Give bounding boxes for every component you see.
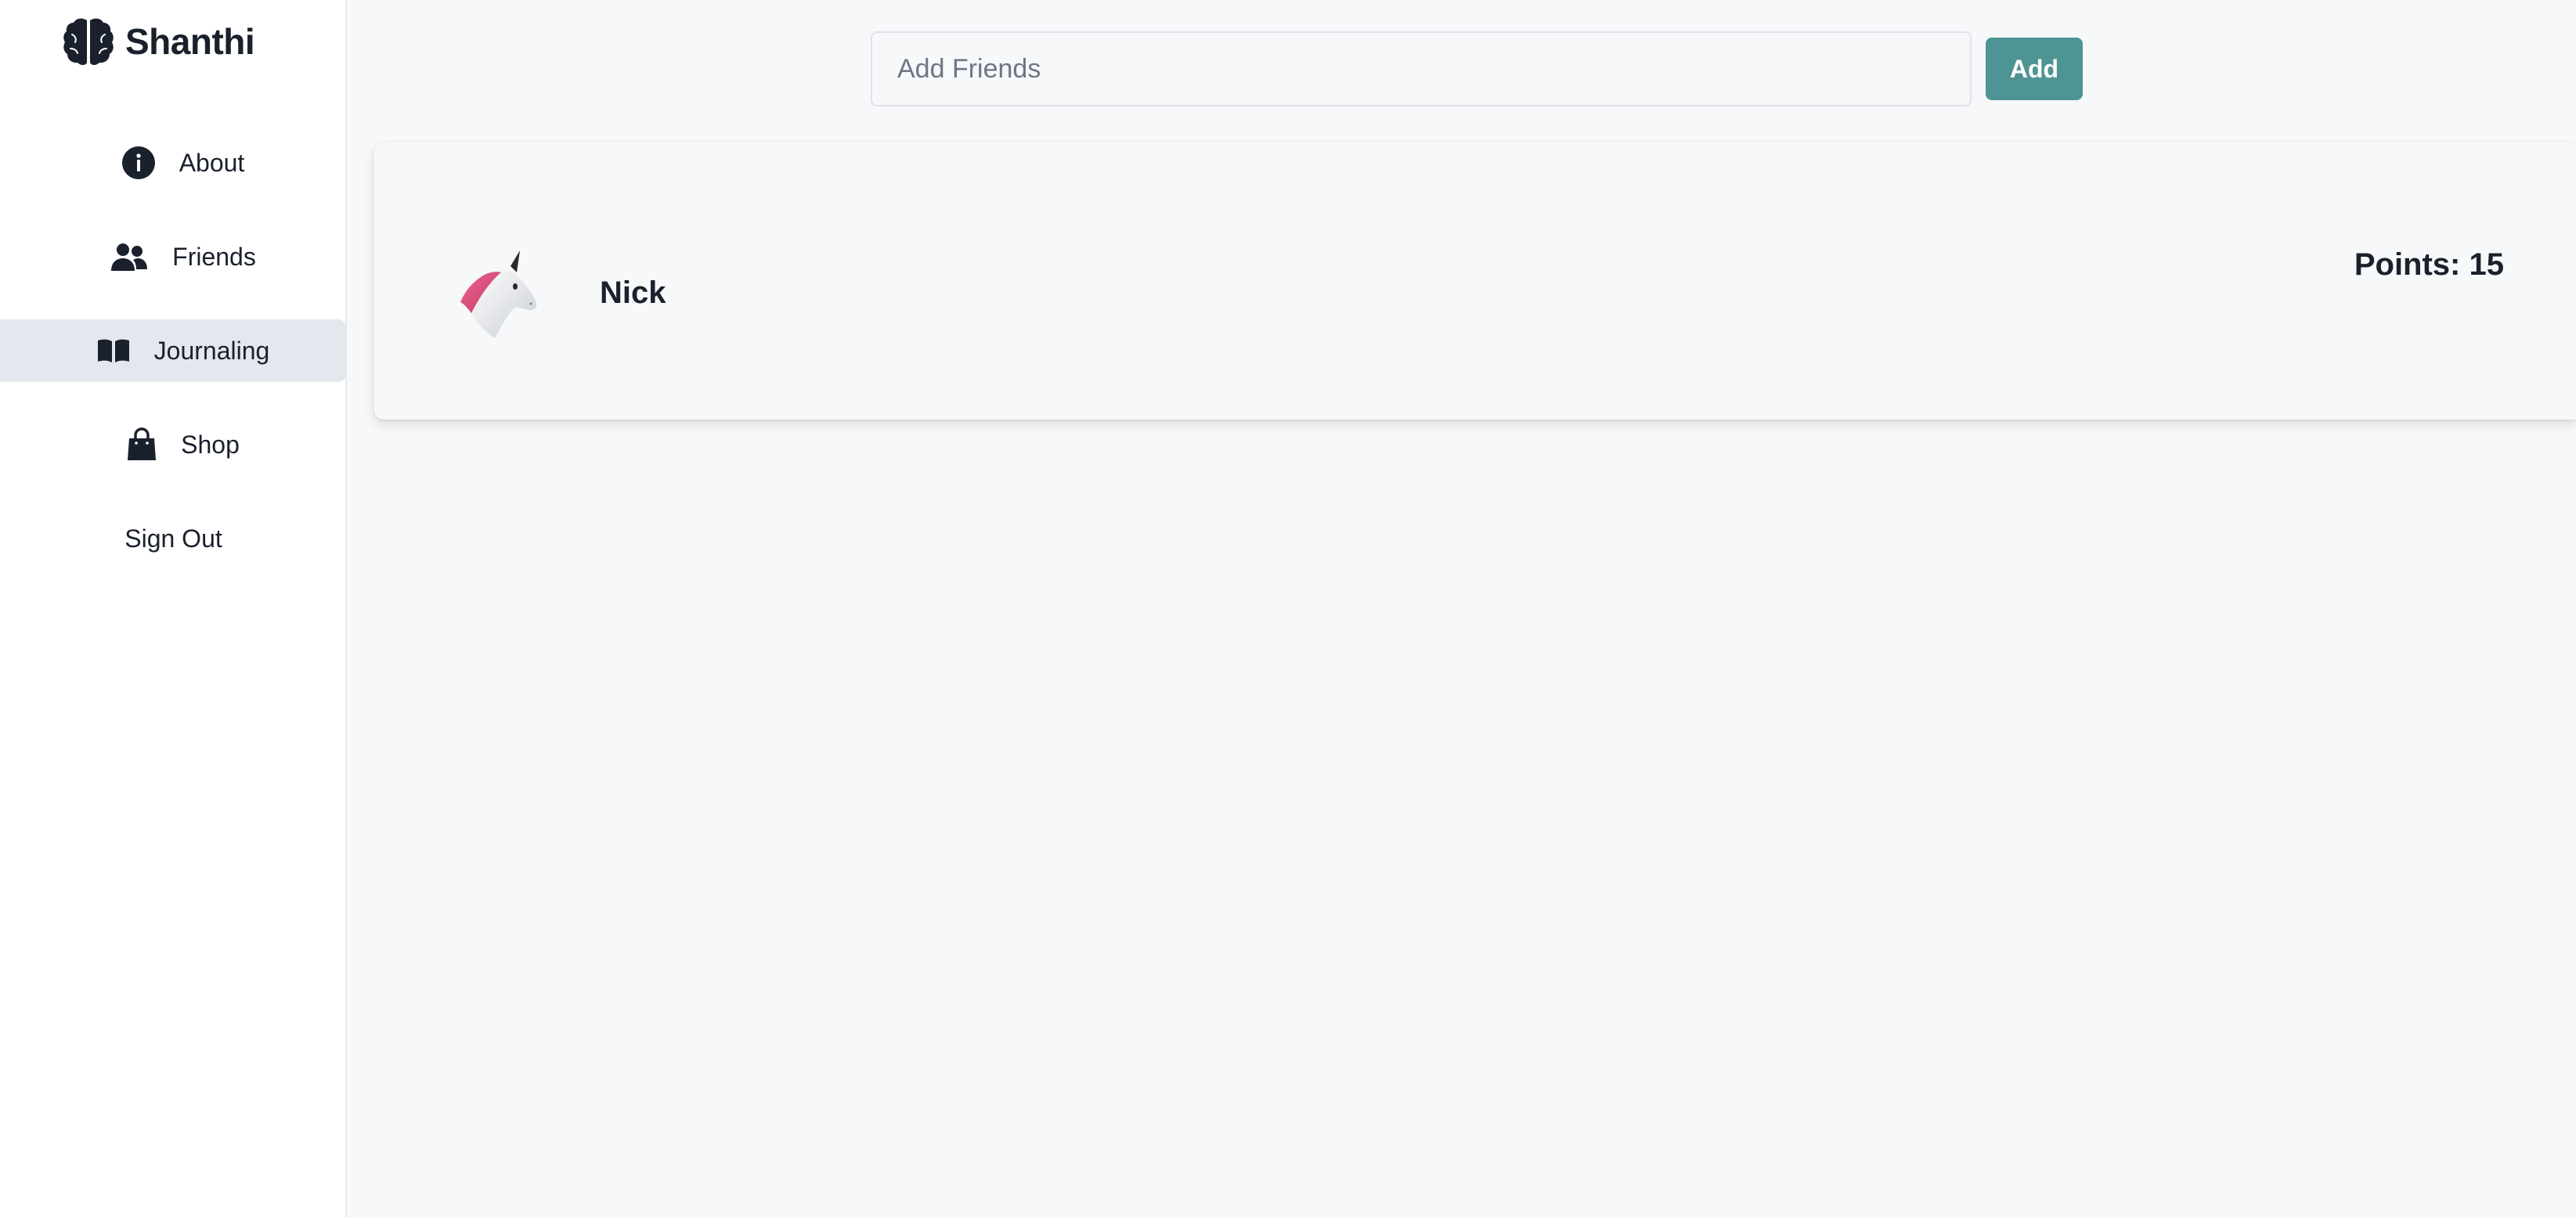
info-circle-icon (121, 146, 156, 180)
points-label: Points: (2354, 247, 2461, 282)
sidebar-item-label: About (179, 148, 245, 177)
book-open-icon (96, 337, 131, 364)
brain-icon (63, 17, 114, 66)
add-friends-input[interactable] (871, 31, 1972, 106)
sidebar-item-journaling[interactable]: Journaling (0, 319, 347, 382)
users-icon (110, 241, 149, 272)
shopping-bag-icon (126, 427, 157, 462)
sidebar-item-label: Friends (172, 242, 256, 271)
brand-name: Shanthi (125, 21, 255, 62)
sidebar-item-label: Journaling (153, 336, 270, 365)
sidebar-item-label: Sign Out (124, 524, 222, 553)
friend-name: Nick (600, 276, 666, 310)
app-root: Shanthi About Friends Journaling Shop Si… (0, 0, 2576, 1218)
friend-points: Points: 15 (2354, 247, 2504, 283)
add-friend-button[interactable]: Add (1986, 38, 2083, 100)
sidebar-item-shop[interactable]: Shop (0, 413, 347, 476)
unicorn-icon (449, 249, 551, 351)
sidebar-item-friends[interactable]: Friends (0, 225, 347, 288)
sign-out-button[interactable]: Sign Out (0, 507, 347, 570)
friend-card: Nick Points: 15 (374, 142, 2576, 420)
brand[interactable]: Shanthi (63, 14, 255, 69)
points-value: 15 (2469, 247, 2505, 282)
sidebar-item-about[interactable]: About (0, 132, 347, 194)
sidebar-item-label: Shop (181, 430, 240, 459)
sidebar: Shanthi About Friends Journaling Shop Si… (0, 0, 347, 1218)
